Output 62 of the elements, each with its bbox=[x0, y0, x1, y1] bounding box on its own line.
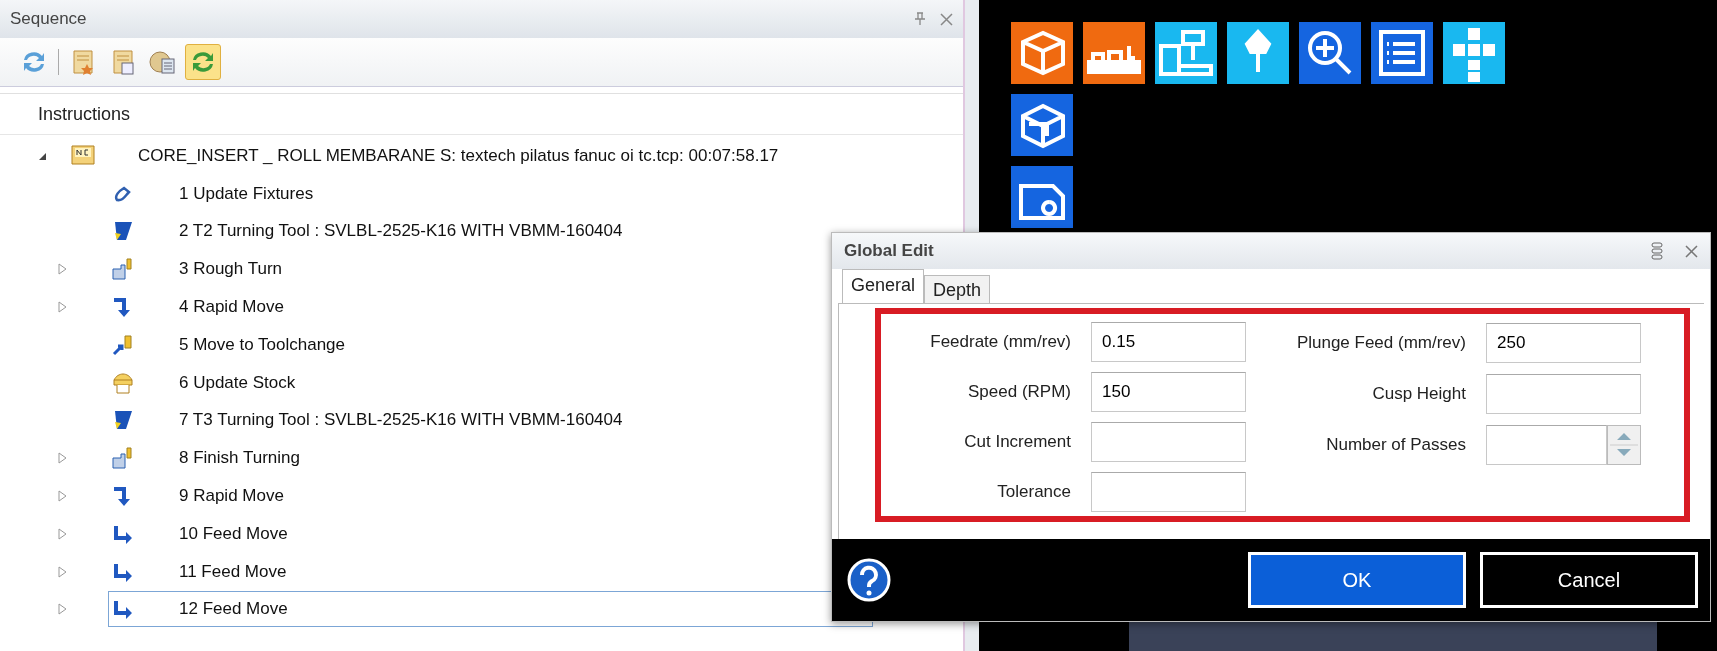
field-label: Tolerance bbox=[996, 482, 1071, 502]
arrow-icon bbox=[111, 332, 135, 357]
tree-item[interactable]: 7 T3 Turning Tool : SVLBL-2525-K16 WITH VBMM-160404 bbox=[179, 410, 623, 431]
spin-buttons[interactable] bbox=[1607, 424, 1641, 465]
input-field[interactable] bbox=[1486, 373, 1641, 414]
box-icon[interactable] bbox=[1011, 94, 1073, 156]
collapsed-triangle-icon[interactable] bbox=[58, 452, 67, 465]
table-icon[interactable] bbox=[1083, 22, 1145, 84]
cancel-button[interactable]: Cancel bbox=[1480, 552, 1698, 608]
nc-scroll-icon bbox=[70, 143, 96, 168]
views-icon[interactable] bbox=[1443, 22, 1505, 84]
ok-button[interactable]: OK bbox=[1248, 552, 1466, 608]
field-label: Speed (RPM) bbox=[967, 382, 1071, 402]
pin-icon[interactable] bbox=[914, 12, 926, 26]
tab[interactable]: Depth bbox=[924, 275, 991, 303]
turning-icon bbox=[111, 257, 135, 282]
collapsed-triangle-icon[interactable] bbox=[58, 565, 67, 578]
field-label: Plunge Feed (mm/rev) bbox=[1295, 332, 1466, 353]
turning-icon bbox=[111, 446, 135, 471]
zoom-icon[interactable] bbox=[1299, 22, 1361, 84]
tree-item[interactable]: 11 Feed Move bbox=[179, 561, 287, 582]
cube-icon[interactable] bbox=[1011, 22, 1073, 84]
stock-icon bbox=[111, 370, 135, 395]
close-icon[interactable] bbox=[1685, 244, 1698, 258]
panel-title: Sequence bbox=[10, 9, 88, 29]
help-icon[interactable] bbox=[846, 557, 892, 603]
tree-item[interactable]: 8 Finish Turning bbox=[179, 448, 300, 469]
list-icon[interactable] bbox=[1371, 22, 1433, 84]
tree-item[interactable]: 4 Rapid Move bbox=[179, 297, 284, 318]
input-field[interactable] bbox=[1091, 422, 1246, 462]
collapsed-triangle-icon[interactable] bbox=[58, 603, 67, 616]
input-field[interactable] bbox=[1486, 424, 1607, 465]
tree-item[interactable]: 10 Feed Move bbox=[179, 523, 288, 544]
input-field[interactable]: 150 bbox=[1091, 372, 1246, 412]
machine-icon[interactable] bbox=[1155, 22, 1217, 84]
input-field[interactable]: 250 bbox=[1486, 322, 1641, 363]
toolbar-button[interactable] bbox=[185, 44, 221, 80]
field-label: Cusp Height bbox=[1371, 383, 1466, 404]
tree-item[interactable]: 3 Rough Turn bbox=[179, 259, 282, 280]
spindle-icon[interactable] bbox=[1227, 22, 1289, 84]
menu-icon[interactable] bbox=[1651, 242, 1663, 260]
tree-item[interactable]: 12 Feed Move bbox=[179, 599, 288, 620]
field-label: Number of Passes bbox=[1325, 434, 1466, 455]
collapsed-triangle-icon[interactable] bbox=[58, 527, 67, 540]
field-label: Feedrate (mm/rev) bbox=[929, 332, 1071, 352]
tree-item[interactable]: 1 Update Fixtures bbox=[179, 183, 314, 204]
field-label: Cut Increment bbox=[963, 432, 1071, 452]
tab[interactable]: General bbox=[842, 269, 925, 303]
tree-item[interactable]: CORE_INSERT _ ROLL MEMBARANE S: textech pilatus fanuc oi tc.tcp: 00:07:58.17 bbox=[138, 145, 779, 166]
collapsed-triangle-icon[interactable] bbox=[58, 301, 67, 314]
dialog-title: Global Edit bbox=[844, 241, 935, 261]
block-icon[interactable] bbox=[1011, 166, 1073, 228]
input-field[interactable] bbox=[1091, 472, 1246, 512]
input-field[interactable]: 0.15 bbox=[1091, 322, 1246, 362]
tree-item[interactable]: 6 Update Stock bbox=[179, 372, 296, 393]
close-icon[interactable] bbox=[940, 12, 953, 26]
collapsed-triangle-icon[interactable] bbox=[58, 490, 67, 503]
column-header: Instructions bbox=[38, 103, 131, 125]
tree-item[interactable]: 2 T2 Turning Tool : SVLBL-2525-K16 WITH VBMM-160404 bbox=[179, 221, 623, 242]
tree-item[interactable]: 5 Move to Toolchange bbox=[179, 334, 346, 355]
collapsed-triangle-icon[interactable] bbox=[58, 263, 67, 276]
tree-item[interactable]: 9 Rapid Move bbox=[179, 486, 284, 507]
